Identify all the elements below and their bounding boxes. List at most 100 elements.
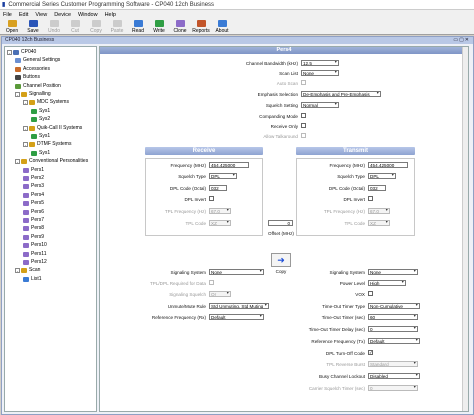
tree-item[interactable]: Sys1 xyxy=(31,150,50,157)
cut-button[interactable]: Cut xyxy=(65,19,85,34)
tree-item[interactable]: Pers11 xyxy=(23,251,46,258)
menu-edit[interactable]: Edit xyxy=(19,12,28,18)
tree-item[interactable]: Pers8 xyxy=(23,225,44,232)
power-level-select[interactable]: High xyxy=(368,280,406,286)
tree-item-label: Sys1 xyxy=(39,133,51,139)
collapse-toggle-icon[interactable]: - xyxy=(23,125,28,131)
collapse-toggle-icon[interactable]: - xyxy=(7,50,12,55)
tree-item[interactable]: Pers1 xyxy=(23,167,44,174)
tree-item[interactable]: Pers2 xyxy=(23,175,44,182)
copy-button[interactable]: Copy xyxy=(86,19,106,34)
collapse-toggle-icon[interactable]: - xyxy=(23,142,28,148)
tree-item[interactable]: Pers7 xyxy=(23,217,44,224)
open-button[interactable]: Open xyxy=(2,19,22,34)
tree-item[interactable]: Pers3 xyxy=(23,183,44,190)
vox-checkbox[interactable] xyxy=(368,291,373,296)
clone-button-label: Clone xyxy=(173,28,187,34)
tree-item[interactable]: General Settings xyxy=(15,57,60,64)
collapse-toggle-icon[interactable]: - xyxy=(15,268,20,274)
save-button[interactable]: Save xyxy=(23,19,43,34)
about-button[interactable]: About xyxy=(212,19,232,34)
auto-scan-checkbox[interactable] xyxy=(301,80,306,85)
collapse-toggle-icon[interactable]: - xyxy=(15,159,20,165)
companding-checkbox[interactable] xyxy=(301,113,306,118)
tot-select[interactable]: 60 xyxy=(368,314,418,320)
tree-item[interactable]: - MDC Systems xyxy=(23,99,69,106)
emphasis-select[interactable]: De-Emphasis and Pre-Emphasis xyxy=(301,91,381,97)
signaling-squelch-select[interactable]: Or xyxy=(209,291,231,297)
tree-item[interactable]: Pers4 xyxy=(23,192,44,199)
carrier-squelch-timer-select[interactable]: 0 xyxy=(368,385,418,391)
rx-reference-frequency-select[interactable]: Default xyxy=(209,314,264,320)
clone-button[interactable]: Clone xyxy=(170,19,190,34)
reports-button-label: Reports xyxy=(192,28,210,34)
scan-list-select[interactable]: None xyxy=(301,70,339,76)
rx-tpl-frequency-select[interactable]: 67.0 xyxy=(209,208,231,214)
navigation-tree[interactable]: - CP040 General Settings Accessories Buttons… xyxy=(4,46,97,412)
tree-item[interactable]: Pers5 xyxy=(23,200,44,207)
undo-button[interactable]: Undo xyxy=(44,19,64,34)
tree-item[interactable]: Pers12 xyxy=(23,259,47,266)
tx-tpl-frequency-select[interactable]: 67.0 xyxy=(368,208,390,214)
menu-view[interactable]: View xyxy=(35,12,47,18)
collapse-toggle-icon[interactable]: - xyxy=(15,92,20,97)
unmute-rule-select[interactable]: Std Unmuting, Std Muting xyxy=(209,303,269,309)
dpl-turnoff-checkbox[interactable]: ✓ xyxy=(368,350,373,355)
rx-dpl-code-input[interactable]: 032 xyxy=(209,185,227,191)
tx-reference-frequency-select[interactable]: Default xyxy=(368,338,420,344)
tpl-reverse-burst-select[interactable]: Standard xyxy=(368,361,418,367)
tree-item[interactable]: Pers9 xyxy=(23,234,44,241)
tree-item-label: Channel Position xyxy=(23,82,61,89)
carrier-squelch-timer-label: Carrier Squelch Timer (sec) xyxy=(308,386,365,391)
tree-item[interactable]: - DTMF Systems xyxy=(23,141,71,148)
tree-item[interactable]: Accessories xyxy=(15,66,50,73)
menu-window[interactable]: Window xyxy=(78,12,98,18)
tx-signaling-system-select[interactable]: None xyxy=(368,269,418,275)
paste-button[interactable]: Paste xyxy=(107,19,127,34)
tot-delay-select[interactable]: 0 xyxy=(368,326,418,332)
tree-item[interactable]: Channel Position xyxy=(15,83,61,90)
tx-dpl-invert-checkbox[interactable] xyxy=(368,196,373,201)
tx-tpl-code-select[interactable]: XZ xyxy=(368,220,390,226)
tree-item[interactable]: Pers6 xyxy=(23,209,44,216)
menu-device[interactable]: Device xyxy=(54,12,71,18)
rx-dpl-invert-checkbox[interactable] xyxy=(209,196,214,201)
window-controls[interactable]: ▭▢✕ xyxy=(453,37,473,44)
write-button[interactable]: Write xyxy=(149,19,169,34)
rx-frequency-input[interactable]: 454.425000 xyxy=(209,162,249,168)
talkaround-checkbox[interactable] xyxy=(301,133,306,138)
offset-input[interactable]: 0 xyxy=(268,220,293,226)
receive-only-checkbox[interactable] xyxy=(301,123,306,128)
panel-scrollbar[interactable] xyxy=(462,47,468,411)
tree-item[interactable]: - CP040 xyxy=(7,49,36,56)
squelch-setting-select[interactable]: Normal xyxy=(301,102,339,108)
rx-tpl-code-select[interactable]: XZ xyxy=(209,220,231,226)
tree-item[interactable]: - Scan xyxy=(15,267,40,274)
tx-frequency-input[interactable]: 454.425000 xyxy=(368,162,408,168)
collapse-toggle-icon[interactable]: - xyxy=(23,100,28,106)
tree-item[interactable]: Buttons xyxy=(15,74,40,81)
tot-type-select[interactable]: Non-Cumulative xyxy=(368,303,420,309)
menu-file[interactable]: File xyxy=(3,12,12,18)
tree-item[interactable]: Sys1 xyxy=(31,108,50,115)
tpl-required-checkbox[interactable] xyxy=(209,280,214,285)
menu-help[interactable]: Help xyxy=(105,12,116,18)
channel-bandwidth-label: Channel Bandwidth (kHz) xyxy=(245,61,298,66)
tree-item[interactable]: - Quik-Call II Systems xyxy=(23,125,82,132)
tree-item[interactable]: Sys1 xyxy=(31,133,50,140)
tx-dpl-code-input[interactable]: 032 xyxy=(368,185,386,191)
tree-item[interactable]: - Conventional Personalities xyxy=(15,158,88,165)
tree-item[interactable]: Sys2 xyxy=(31,116,50,123)
channel-bandwidth-select[interactable]: 12.5 xyxy=(301,60,339,66)
tree-item[interactable]: Pers10 xyxy=(23,242,47,249)
tree-item[interactable]: List1 xyxy=(23,276,42,283)
read-button[interactable]: Read xyxy=(128,19,148,34)
reports-button[interactable]: Reports xyxy=(191,19,211,34)
document-window-titlebar: CP040 12ch Business ▭▢✕ xyxy=(2,37,473,44)
busy-channel-lockout-select[interactable]: Disabled xyxy=(368,373,420,379)
rx-signaling-system-select[interactable]: None xyxy=(209,269,264,275)
tree-item[interactable]: - Signalling xyxy=(15,91,51,98)
rx-squelch-type-select[interactable]: DPL xyxy=(209,173,237,179)
tx-squelch-type-select[interactable]: DPL xyxy=(368,173,396,179)
copy-rx-to-tx-button[interactable]: ➜ xyxy=(271,253,291,267)
